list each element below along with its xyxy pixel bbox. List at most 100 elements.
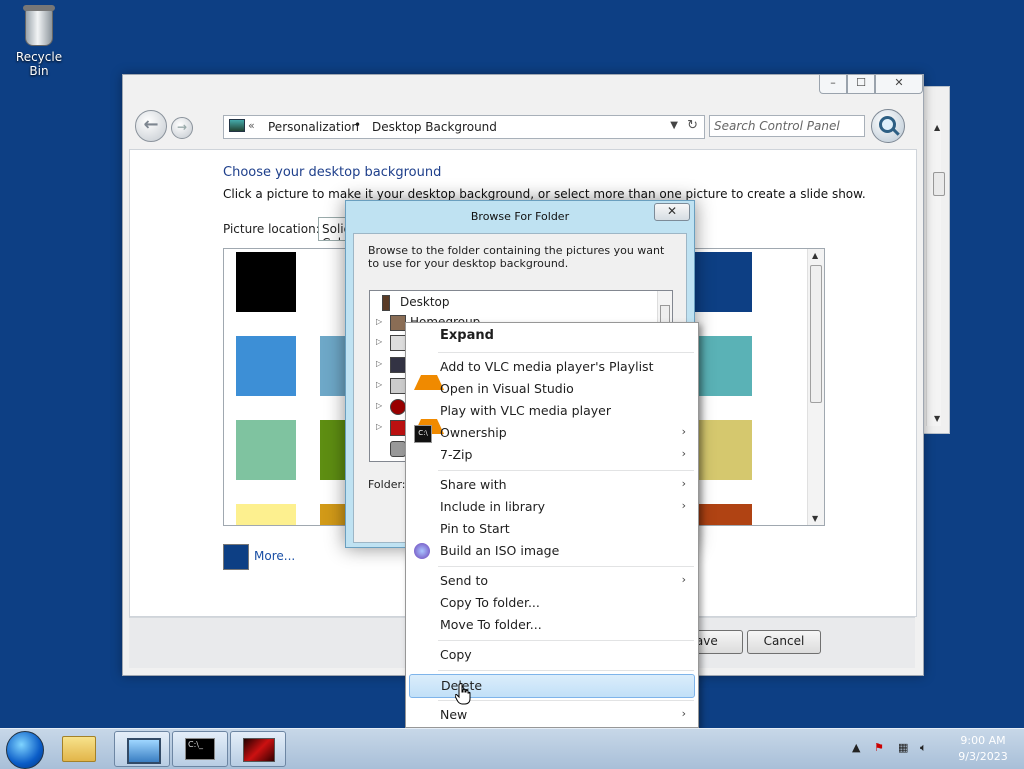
menu-item-label: Copy <box>440 647 472 662</box>
taskbar-explorer-button[interactable] <box>58 731 106 765</box>
breadcrumb-desktop-background[interactable]: Desktop Background <box>372 120 497 134</box>
recycle-bin-desktop-icon[interactable]: Recycle Bin <box>6 5 72 78</box>
folder-icon <box>62 736 96 762</box>
network-icon <box>390 378 406 394</box>
chevron-down-icon[interactable]: ▼ <box>670 120 678 131</box>
color-swatch[interactable] <box>692 420 752 480</box>
clock-time: 9:00 AM <box>960 734 1006 747</box>
menu-item-expand[interactable]: Expand <box>408 326 694 348</box>
color-swatch[interactable] <box>236 336 296 396</box>
taskbar-app-button[interactable] <box>230 731 286 767</box>
scrollbar-thumb[interactable] <box>810 265 822 403</box>
context-menu: Expand Add to VLC media player's Playlis… <box>405 322 699 728</box>
volume-icon[interactable]: 🔈︎ <box>920 741 927 755</box>
menu-item-send-to[interactable]: Send to › <box>408 570 694 592</box>
scroll-down-arrow-icon[interactable]: ▼ <box>934 414 940 423</box>
maximize-button[interactable]: ☐ <box>847 75 875 94</box>
cmd-icon: C:\_ <box>185 738 215 760</box>
menu-item-copy[interactable]: Copy <box>408 644 694 666</box>
taskbar-control-panel-button[interactable] <box>114 731 170 767</box>
scroll-up-arrow-icon[interactable]: ▲ <box>934 123 940 132</box>
menu-separator <box>438 670 694 671</box>
menu-item-move-to-folder[interactable]: Move To folder... <box>408 614 694 636</box>
breadcrumb-personalization[interactable]: Personalization <box>268 120 359 134</box>
scrollbar-thumb[interactable] <box>933 172 945 196</box>
submenu-arrow-icon: › <box>681 425 686 438</box>
computer-icon <box>390 357 406 373</box>
breadcrumb-separator-icon[interactable]: • <box>354 118 361 132</box>
menu-item-copy-to-folder[interactable]: Copy To folder... <box>408 592 694 614</box>
breadcrumb-overflow-icon[interactable]: « <box>248 119 255 132</box>
submenu-arrow-icon: › <box>681 477 686 490</box>
color-swatch[interactable] <box>236 504 296 525</box>
start-button[interactable] <box>6 731 44 769</box>
menu-item-label: New <box>440 707 468 722</box>
scrollbar[interactable]: ▲ ▼ <box>926 120 945 426</box>
recycle-bin-label: Recycle Bin <box>15 50 63 78</box>
dialog-close-button[interactable]: ✕ <box>654 203 690 221</box>
search-placeholder: Search Control Panel <box>714 119 840 133</box>
control-panel-icon <box>127 738 161 764</box>
menu-item-label: Share with <box>440 477 507 492</box>
scroll-up-arrow-icon[interactable]: ▲ <box>812 251 818 260</box>
menu-separator <box>438 566 694 567</box>
color-swatch[interactable] <box>692 504 752 525</box>
tree-item-desktop[interactable]: Desktop <box>370 293 660 313</box>
control-panel-icon <box>390 399 406 415</box>
color-swatch[interactable] <box>692 336 752 396</box>
close-button[interactable]: ✕ <box>875 75 923 94</box>
menu-item-add-to-vlc-playlist[interactable]: Add to VLC media player's Playlist <box>408 356 694 390</box>
taskbar-cmd-button[interactable]: C:\_ <box>172 731 228 767</box>
menu-item-label: Move To folder... <box>440 617 542 632</box>
background-window: ▲ ▼ <box>920 86 950 434</box>
clock[interactable]: 9:00 AM 9/3/2023 <box>948 733 1018 765</box>
dialog-title: Browse For Folder <box>470 210 570 223</box>
forward-button[interactable]: → <box>171 117 193 139</box>
menu-item-new[interactable]: New › <box>408 704 694 726</box>
network-icon[interactable]: ▦ <box>898 741 908 754</box>
desktop-icon <box>382 295 390 311</box>
recycle-bin-icon <box>23 5 55 46</box>
refresh-icon[interactable]: ↻ <box>687 118 698 133</box>
menu-item-pin-to-start[interactable]: Pin to Start <box>408 518 694 540</box>
expand-arrow-icon[interactable]: ▷ <box>376 359 382 368</box>
menu-item-share-with[interactable]: Share with › <box>408 474 694 496</box>
dialog-description: Browse to the folder containing the pict… <box>368 244 665 270</box>
menu-item-7-zip[interactable]: 7-Zip › <box>408 444 694 466</box>
expand-arrow-icon[interactable]: ▷ <box>376 380 382 389</box>
menu-item-build-iso-image[interactable]: Build an ISO image <box>408 540 694 562</box>
expand-arrow-icon[interactable]: ▷ <box>376 317 382 326</box>
color-swatch[interactable] <box>236 252 296 312</box>
menu-item-open-in-visual-studio[interactable]: Open in Visual Studio <box>408 378 694 400</box>
menu-item-play-with-vlc[interactable]: Play with VLC media player <box>408 400 694 434</box>
more-color-swatch[interactable] <box>223 544 249 570</box>
taskbar: C:\_ ▲ ⚑ ▦ 🔈︎ 9:00 AM 9/3/2023 <box>0 728 1024 769</box>
minimize-button[interactable]: – <box>819 75 847 94</box>
menu-item-label: Build an ISO image <box>440 543 560 558</box>
cancel-button[interactable]: Cancel <box>747 630 821 654</box>
more-link[interactable]: More... <box>254 549 295 563</box>
menu-item-ownership[interactable]: C:\ Ownership › <box>408 422 694 444</box>
address-bar[interactable]: « Personalization • Desktop Background ▼… <box>223 115 705 139</box>
menu-item-include-in-library[interactable]: Include in library › <box>408 496 694 518</box>
clock-date: 9/3/2023 <box>958 750 1008 763</box>
gallery-scrollbar[interactable]: ▲ ▼ <box>807 249 824 525</box>
action-center-icon[interactable]: ⚑ <box>874 741 884 754</box>
expand-arrow-icon[interactable]: ▷ <box>376 401 382 410</box>
menu-item-delete[interactable]: Delete <box>409 674 695 698</box>
search-input[interactable]: Search Control Panel <box>709 115 865 137</box>
window-controls: – ☐ ✕ <box>819 75 923 94</box>
color-swatch[interactable] <box>236 420 296 480</box>
menu-item-label: Add to VLC media player's Playlist <box>440 359 654 374</box>
expand-arrow-icon[interactable]: ▷ <box>376 337 382 346</box>
expand-arrow-icon[interactable]: ▷ <box>376 422 382 431</box>
menu-item-label: Open in Visual Studio <box>440 381 574 396</box>
submenu-arrow-icon: › <box>681 447 686 460</box>
control-panel-icon <box>229 119 245 132</box>
back-button[interactable]: ← <box>135 110 167 142</box>
color-swatch[interactable] <box>692 252 752 312</box>
search-icon[interactable] <box>871 109 905 143</box>
show-hidden-icons-icon[interactable]: ▲ <box>852 741 860 754</box>
scroll-down-arrow-icon[interactable]: ▼ <box>812 514 818 523</box>
menu-separator <box>438 700 694 701</box>
